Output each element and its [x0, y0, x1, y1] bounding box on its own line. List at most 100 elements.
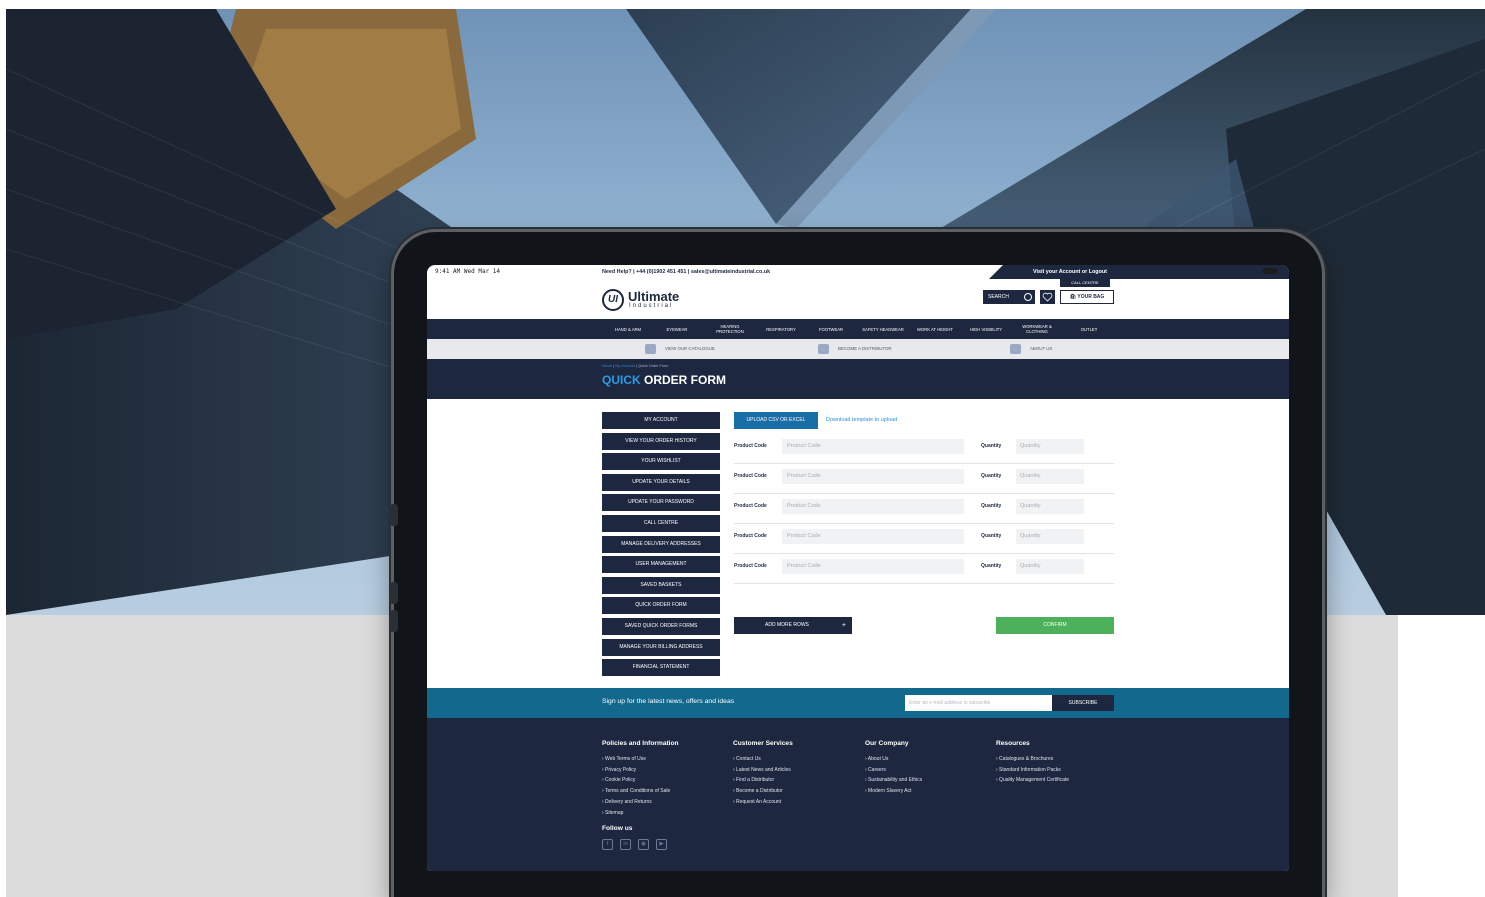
footer-link[interactable]: › Find a Distributor — [733, 775, 863, 786]
product-code-input[interactable]: Product Code — [782, 499, 964, 514]
menu-user-management[interactable]: USER MANAGEMENT — [602, 556, 720, 574]
footer-link[interactable]: › Sustainability and Ethics — [865, 775, 995, 786]
footer-heading: Policies and Information — [602, 740, 679, 747]
menu-billing-address[interactable]: MANAGE YOUR BILLING ADDRESS — [602, 638, 720, 656]
nav-item[interactable]: SAFETY HEADWEAR — [861, 319, 905, 339]
bag-icon: 🛍 — [1069, 294, 1077, 300]
quantity-input[interactable]: Quantity — [1016, 499, 1084, 514]
nav-item[interactable]: HIGH VISIBILITY — [967, 319, 1005, 339]
logo-name: Ultimate — [628, 289, 680, 304]
footer-link[interactable]: › About Us — [865, 754, 995, 765]
download-template-link[interactable]: Download template to upload — [826, 417, 897, 423]
subscribe-button[interactable]: SUBSCRIBE — [1052, 695, 1114, 711]
catalogue-link[interactable]: VIEW OUR CATALOGUE — [645, 344, 735, 354]
follow-us-heading: Follow us — [602, 825, 633, 832]
catalogue-label: VIEW OUR CATALOGUE — [665, 346, 715, 351]
footer-link[interactable]: › Contact Us — [733, 754, 863, 765]
footer-link[interactable]: › Latest News and Articles — [733, 765, 863, 776]
upload-csv-button[interactable]: UPLOAD CSV OR EXCEL — [734, 412, 818, 429]
nav-item[interactable]: RESPIRATORY — [759, 319, 803, 339]
breadcrumb-current: Quick Order Form — [638, 364, 669, 368]
quantity-input[interactable]: Quantity — [1016, 439, 1084, 454]
menu-my-account[interactable]: MY ACCOUNT — [602, 412, 720, 429]
breadcrumb: Home | My Account | Quick Order Form — [602, 364, 669, 368]
footer-column-policies: Policies and Information › Web Terms of … — [602, 740, 732, 818]
footer-link[interactable]: › Cookie Policy — [602, 775, 732, 786]
youtube-icon[interactable]: ▶ — [656, 839, 667, 850]
logo-mark: UI — [602, 289, 624, 311]
page-title-highlight: QUICK — [602, 373, 641, 387]
instagram-icon[interactable]: ◉ — [638, 839, 649, 850]
search-button[interactable]: SEARCH — [983, 290, 1035, 304]
menu-order-history[interactable]: VIEW YOUR ORDER HISTORY — [602, 432, 720, 450]
footer-link[interactable]: › Become a Distributor — [733, 786, 863, 797]
footer-link[interactable]: › Quality Management Certificate — [996, 775, 1126, 786]
menu-delivery-addresses[interactable]: MANAGE DELIVERY ADDRESSES — [602, 535, 720, 553]
email-subscribe-input[interactable]: Enter an e-mail address to subscribe — [905, 695, 1052, 711]
tablet-button — [390, 582, 398, 604]
footer-link[interactable]: › Delivery and Returns — [602, 797, 732, 808]
tablet-button — [390, 610, 398, 632]
linkedin-icon[interactable]: in — [620, 839, 631, 850]
footer-link[interactable]: › Terms and Conditions of Sale — [602, 786, 732, 797]
nav-item[interactable]: WORK AT HEIGHT — [917, 319, 953, 339]
page-title-band: Home | My Account | Quick Order Form QUI… — [427, 359, 1289, 399]
page-title: QUICK ORDER FORM — [602, 373, 726, 387]
wishlist-heart-icon[interactable] — [1040, 290, 1055, 304]
product-code-label: Product Code — [734, 443, 767, 449]
breadcrumb-home[interactable]: Home — [602, 364, 612, 368]
confirm-button[interactable]: CONFIRM — [996, 617, 1114, 634]
footer-heading: Customer Services — [733, 740, 793, 747]
quantity-input[interactable]: Quantity — [1016, 559, 1084, 574]
distributor-label: BECOME A DISTRIBUTOR — [838, 346, 892, 351]
footer-link[interactable]: › Standard Information Packs — [996, 765, 1126, 776]
quantity-input[interactable]: Quantity — [1016, 529, 1084, 544]
globe-icon — [1010, 344, 1021, 354]
tablet-screen: Need Help? | +44 (0)1902 451 451 | sales… — [427, 265, 1289, 871]
product-code-input[interactable]: Product Code — [782, 529, 964, 544]
product-code-input[interactable]: Product Code — [782, 439, 964, 454]
add-more-rows-label: ADD MORE ROWS — [765, 622, 809, 628]
product-code-input[interactable]: Product Code — [782, 469, 964, 484]
facebook-icon[interactable]: f — [602, 839, 613, 850]
footer-link[interactable]: › Privacy Policy — [602, 765, 732, 776]
nav-item[interactable]: FOOTWEAR — [811, 319, 851, 339]
menu-update-password[interactable]: UPDATE YOUR PASSWORD — [602, 494, 720, 512]
menu-quick-order-form[interactable]: QUICK ORDER FORM — [602, 597, 720, 615]
add-more-rows-button[interactable]: ADD MORE ROWS + — [734, 617, 852, 634]
about-link[interactable]: ABOUT US — [1010, 344, 1070, 354]
distributor-link[interactable]: BECOME A DISTRIBUTOR — [818, 344, 908, 354]
menu-saved-baskets[interactable]: SAVED BASKETS — [602, 576, 720, 594]
nav-item[interactable]: WORKWEAR & CLOTHING — [1013, 319, 1061, 339]
nav-item[interactable]: OUTLET — [1071, 319, 1107, 339]
footer-link[interactable]: › Modern Slavery Act — [865, 786, 995, 797]
footer-link[interactable]: › Sitemap — [602, 808, 732, 819]
nav-item[interactable]: EYEWEAR — [657, 319, 697, 339]
product-code-input[interactable]: Product Code — [782, 559, 964, 574]
quantity-input[interactable]: Quantity — [1016, 469, 1084, 484]
account-menu: MY ACCOUNT VIEW YOUR ORDER HISTORY YOUR … — [602, 412, 720, 680]
menu-wishlist[interactable]: YOUR WISHLIST — [602, 453, 720, 471]
breadcrumb-account[interactable]: My Account — [615, 364, 635, 368]
menu-update-details[interactable]: UPDATE YOUR DETAILS — [602, 473, 720, 491]
nav-item[interactable]: HAND & ARM — [603, 319, 653, 339]
footer-link[interactable]: › Request An Account — [733, 797, 863, 808]
order-row: Product Code Product Code Quantity Quant… — [734, 434, 1114, 464]
footer-link[interactable]: › Catalogues & Brochures — [996, 754, 1126, 765]
order-row: Product Code Product Code Quantity Quant… — [734, 554, 1114, 584]
footer-link[interactable]: › Careers — [865, 765, 995, 776]
quick-order-form: UPLOAD CSV OR EXCEL Download template to… — [734, 412, 1114, 642]
logo[interactable]: UI Ultimate Industrial — [602, 287, 692, 313]
about-label: ABOUT US — [1030, 346, 1053, 351]
menu-financial-statement[interactable]: FINANCIAL STATEMENT — [602, 659, 720, 677]
footer-link[interactable]: › Web Terms of Use — [602, 754, 732, 765]
search-label: SEARCH — [988, 294, 1009, 300]
nav-item[interactable]: HEARING PROTECTION — [709, 319, 751, 339]
quantity-label: Quantity — [981, 473, 1002, 479]
newsletter-text: Sign up for the latest news, offers and … — [602, 698, 735, 705]
menu-saved-quick-order-forms[interactable]: SAVED QUICK ORDER FORMS — [602, 617, 720, 635]
menu-call-centre[interactable]: CALL CENTRE — [602, 514, 720, 532]
bag-button[interactable]: 🛍 YOUR BAG — [1060, 290, 1114, 304]
newsletter-band: Sign up for the latest news, offers and … — [427, 688, 1289, 718]
call-centre-tab[interactable]: CALL CENTRE — [1060, 278, 1110, 287]
